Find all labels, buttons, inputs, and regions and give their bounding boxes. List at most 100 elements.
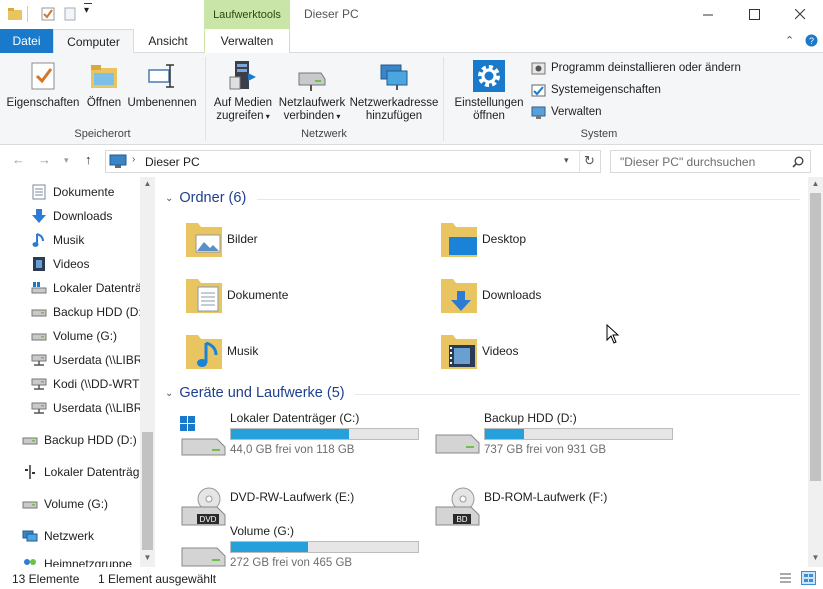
refresh-icon[interactable]: ↻	[584, 153, 595, 169]
nav-item-documents[interactable]: Dokumente	[31, 181, 114, 203]
up-arrow-icon[interactable]: ↑	[85, 152, 92, 167]
gear-icon	[473, 60, 505, 92]
new-folder-icon[interactable]	[62, 6, 78, 22]
nav-item-label: Volume (G:)	[44, 497, 109, 511]
add-network-location-button[interactable]: Netzwerkadresse hinzufügen	[349, 59, 439, 123]
open-folder-icon	[91, 65, 117, 88]
map-network-drive-button[interactable]: Netzlaufwerk verbinden ▾	[277, 59, 347, 123]
download-arrow-icon	[31, 208, 47, 224]
scroll-down-icon[interactable]: ▼	[808, 553, 823, 562]
folder-item-downloads[interactable]: Downloads	[437, 273, 687, 321]
maximize-icon	[748, 9, 760, 20]
search-input[interactable]: "Dieser PC" durchsuchen	[620, 155, 755, 169]
drive-item-f[interactable]: BD BD-ROM-Laufwerk (F:)	[433, 483, 693, 535]
nav-item-local-disk[interactable]: Lokaler Datenträ	[31, 277, 142, 299]
nav-item-userdata-2[interactable]: Userdata (\\LIBR	[31, 397, 142, 419]
scroll-up-icon[interactable]: ▲	[808, 179, 823, 188]
scroll-up-icon[interactable]: ▲	[140, 179, 155, 188]
nav-item-videos[interactable]: Videos	[31, 253, 89, 275]
nav-item-label: Heimnetzgruppe	[44, 557, 133, 567]
folder-name: Bilder	[227, 232, 258, 246]
folder-item-desktop[interactable]: Desktop	[437, 217, 687, 265]
manage-button[interactable]: Verwalten	[531, 103, 602, 121]
drive-usage-bar	[484, 428, 673, 440]
qa-customize-icon[interactable]: ▾	[84, 5, 89, 16]
open-label: Öffnen	[86, 97, 122, 109]
documents-icon	[31, 184, 47, 200]
address-dropdown-icon[interactable]: ▾	[564, 155, 569, 166]
drive-usage-fill	[231, 429, 349, 439]
tab-ansicht[interactable]: Ansicht	[134, 29, 202, 53]
uninstall-program-button[interactable]: Programm deinstallieren oder ändern	[531, 59, 741, 77]
nav-item-local-disk-usb[interactable]: Lokaler Datenträg	[22, 461, 139, 483]
breadcrumb[interactable]: Dieser PC	[145, 155, 200, 169]
tab-verwalten[interactable]: Verwalten	[204, 29, 290, 53]
nav-item-music[interactable]: Musik	[31, 229, 84, 251]
nav-item-kodi[interactable]: Kodi (\\DD-WRT	[31, 373, 139, 395]
folder-icon[interactable]	[7, 6, 23, 22]
devices-section-header[interactable]: ⌄ Geräte und Laufwerke (5)	[165, 383, 345, 403]
maximize-button[interactable]	[731, 0, 777, 29]
rename-button[interactable]: Umbenennen	[127, 59, 197, 110]
bd-drive-icon: BD	[435, 487, 480, 526]
folder-item-dokumente[interactable]: Dokumente	[182, 273, 432, 321]
system-properties-icon	[531, 84, 546, 96]
navigation-pane: Dokumente Downloads Musik Videos Lokaler…	[0, 177, 155, 567]
open-button[interactable]: Öffnen	[83, 59, 125, 110]
recent-locations-icon[interactable]: ▾	[64, 155, 69, 166]
drive-icon	[31, 304, 47, 320]
folders-section-header[interactable]: ⌄ Ordner (6)	[165, 188, 246, 208]
scroll-down-icon[interactable]: ▼	[140, 553, 155, 562]
properties-check-icon[interactable]	[40, 6, 56, 22]
tab-datei[interactable]: Datei	[0, 29, 53, 53]
drive-item-c[interactable]: Lokaler Datenträger (C:) 44,0 GB frei vo…	[179, 411, 439, 463]
access-media-label-1: Auf Medien	[213, 97, 273, 109]
tab-computer[interactable]: Computer	[53, 29, 134, 54]
drive-item-g[interactable]: Volume (G:) 272 GB frei von 465 GB	[179, 524, 439, 567]
breadcrumb-chevron-icon[interactable]: ›	[132, 154, 135, 165]
nav-item-label: Dokumente	[53, 185, 115, 199]
back-arrow-icon[interactable]: ←	[12, 152, 25, 167]
nav-item-downloads[interactable]: Downloads	[31, 205, 112, 227]
nav-item-volume-g-root[interactable]: Volume (G:)	[22, 493, 108, 515]
drive-item-d[interactable]: Backup HDD (D:) 737 GB frei von 931 GB	[433, 411, 693, 463]
nav-item-network[interactable]: Netzwerk	[22, 525, 94, 547]
navigation-row: ← → ▾ ↑ › Dieser PC ▾ ↻ "Dieser PC" durc…	[0, 146, 823, 177]
search-icon[interactable]	[792, 156, 804, 168]
nav-item-homegroup[interactable]: Heimnetzgruppe	[22, 553, 132, 567]
homegroup-icon	[22, 556, 38, 567]
nav-item-userdata-1[interactable]: Userdata (\\LIBR	[31, 349, 142, 371]
content-scroll-thumb[interactable]	[810, 193, 821, 481]
folder-item-musik[interactable]: Musik	[182, 329, 432, 377]
help-icon[interactable]: ?	[805, 34, 818, 47]
folder-item-videos[interactable]: Videos	[437, 329, 687, 377]
rename-icon	[148, 64, 174, 88]
ribbon-collapse-icon[interactable]: ⌃	[785, 34, 794, 47]
search-box[interactable]: "Dieser PC" durchsuchen	[610, 150, 811, 173]
close-button[interactable]	[777, 0, 823, 29]
drive-usage-fill	[231, 542, 308, 552]
address-bar[interactable]: › Dieser PC ▾ ↻	[105, 150, 601, 173]
close-icon	[794, 9, 805, 20]
large-icons-view-icon[interactable]	[801, 571, 816, 585]
nav-item-volume-g[interactable]: Volume (G:)	[31, 325, 117, 347]
open-settings-button[interactable]: Einstellungen öffnen	[450, 59, 528, 123]
forward-arrow-icon[interactable]: →	[38, 152, 51, 167]
nav-pane-scrollbar[interactable]: ▲ ▼	[140, 177, 155, 567]
folder-item-bilder[interactable]: Bilder	[182, 217, 432, 265]
minimize-button[interactable]	[685, 0, 731, 29]
system-properties-button[interactable]: Systemeigenschaften	[531, 81, 661, 99]
settings-label-2: öffnen	[473, 110, 505, 122]
folder-name: Musik	[227, 344, 259, 358]
nav-item-backup-hdd[interactable]: Backup HDD (D:	[31, 301, 142, 323]
details-view-icon[interactable]	[779, 572, 792, 584]
content-pane: ⌄ Ordner (6) Bilder Desktop Dokumente Do…	[157, 177, 807, 567]
nav-item-label: Backup HDD (D:)	[44, 433, 137, 447]
content-scrollbar[interactable]: ▲ ▼	[808, 177, 823, 567]
nav-pane-scroll-thumb[interactable]	[142, 432, 153, 550]
access-media-button[interactable]: Auf Medien zugreifen ▾	[210, 59, 276, 123]
access-media-label-2: zugreifen	[216, 110, 264, 122]
nav-item-backup-hdd-root[interactable]: Backup HDD (D:)	[22, 429, 137, 451]
minimize-icon	[702, 14, 713, 16]
properties-button[interactable]: Eigenschaften	[6, 59, 80, 110]
